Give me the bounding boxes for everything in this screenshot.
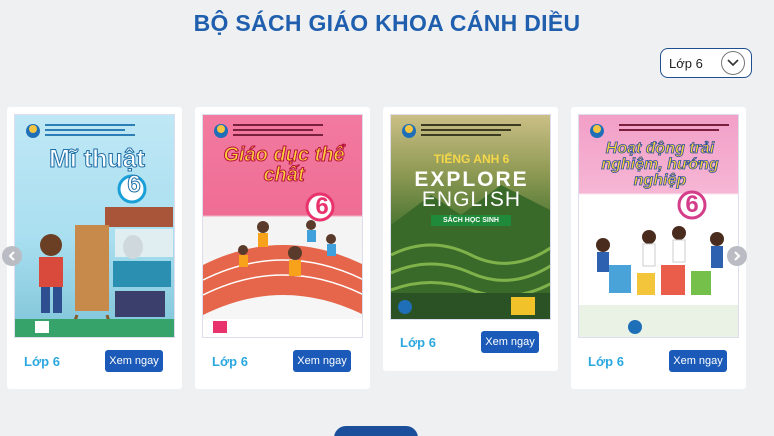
chevron-right-icon bbox=[734, 251, 741, 261]
grade-select-value: Lớp 6 bbox=[669, 55, 703, 71]
cover-title: Mĩ thuật bbox=[49, 145, 146, 173]
book-cover[interactable]: Mĩ thuật 6 bbox=[14, 114, 175, 338]
view-now-button[interactable]: Xem ngay bbox=[481, 331, 539, 353]
book-grade: Lớp 6 bbox=[24, 354, 60, 369]
cover-title: Giáo dục thể chất bbox=[223, 144, 345, 186]
book-card: Hoạt động trải nghiệm, hướng nghiệp 6 Lớ… bbox=[571, 107, 746, 389]
cover-title-line1: TIẾNG ANH 6 bbox=[433, 152, 510, 166]
chevron-left-icon bbox=[8, 251, 15, 261]
carousel-prev-button[interactable] bbox=[2, 246, 22, 266]
grade-select[interactable]: Lớp 6 bbox=[660, 48, 752, 78]
cover-title: Hoạt động trải nghiệm, hướng nghiệp bbox=[601, 140, 719, 189]
book-card: Giáo dục thể chất 6 Lớp 6 Xem ngay bbox=[195, 107, 370, 389]
cover-number: 6 bbox=[685, 191, 699, 218]
cover-title-line3: ENGLISH bbox=[421, 188, 522, 211]
book-cover[interactable]: Hoạt động trải nghiệm, hướng nghiệp 6 bbox=[578, 114, 739, 338]
book-cover[interactable]: Giáo dục thể chất 6 bbox=[202, 114, 363, 338]
view-now-button[interactable]: Xem ngay bbox=[105, 350, 163, 372]
view-now-button[interactable]: Xem ngay bbox=[669, 350, 727, 372]
book-grade: Lớp 6 bbox=[400, 335, 436, 350]
cover-subtitle: SÁCH HỌC SINH bbox=[431, 215, 511, 226]
book-cover[interactable]: TIẾNG ANH 6 EXPLORE ENGLISH SÁCH HỌC SIN… bbox=[390, 114, 551, 320]
cover-title-line2: EXPLORE bbox=[414, 168, 529, 191]
view-all-button[interactable] bbox=[334, 426, 418, 436]
book-grade: Lớp 6 bbox=[212, 354, 248, 369]
book-card: TIẾNG ANH 6 EXPLORE ENGLISH SÁCH HỌC SIN… bbox=[383, 107, 558, 371]
book-grade: Lớp 6 bbox=[588, 354, 624, 369]
carousel-next-button[interactable] bbox=[727, 246, 747, 266]
view-now-button[interactable]: Xem ngay bbox=[293, 350, 351, 372]
cover-number: 6 bbox=[127, 171, 141, 198]
book-card: Mĩ thuật 6 Lớp 6 Xem ngay bbox=[7, 107, 182, 389]
section-title: BỘ SÁCH GIÁO KHOA CÁNH DIỀU bbox=[193, 10, 581, 36]
chevron-down-icon bbox=[721, 51, 745, 75]
cover-number: 6 bbox=[315, 193, 329, 220]
